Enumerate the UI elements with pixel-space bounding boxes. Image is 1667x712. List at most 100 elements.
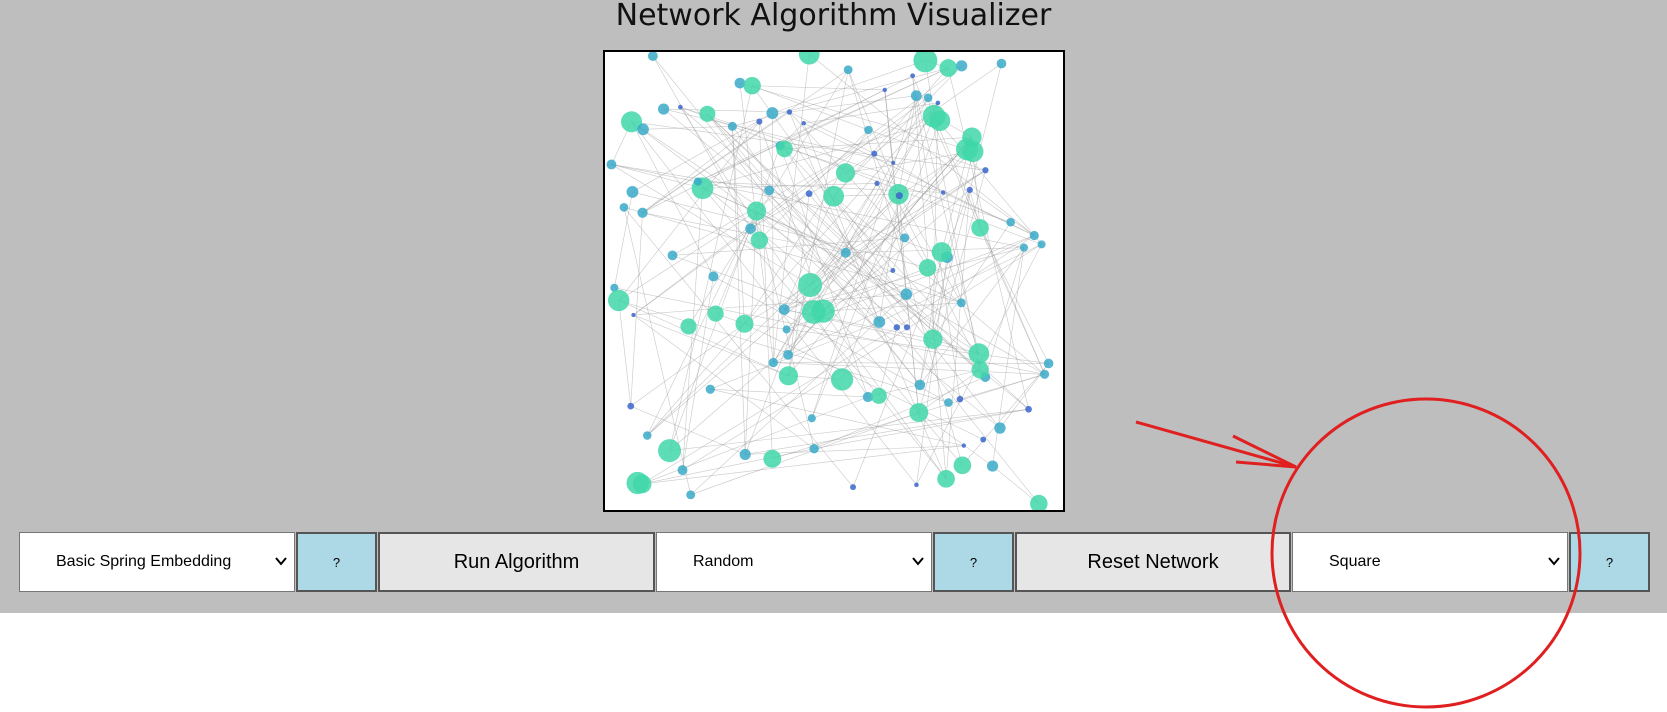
network-node[interactable]	[882, 87, 887, 93]
network-node[interactable]	[608, 289, 630, 312]
network-node[interactable]	[756, 118, 763, 125]
network-node[interactable]	[870, 387, 887, 404]
network-node[interactable]	[850, 484, 857, 491]
network-node[interactable]	[900, 233, 910, 243]
network-node[interactable]	[807, 414, 816, 423]
network-node[interactable]	[968, 343, 990, 364]
shape-help-button[interactable]: ?	[1569, 532, 1650, 592]
network-node[interactable]	[678, 104, 683, 110]
network-node[interactable]	[1030, 494, 1048, 510]
network-node[interactable]	[873, 316, 886, 328]
network-node[interactable]	[903, 324, 910, 331]
network-node[interactable]	[631, 312, 636, 318]
initialization-select[interactable]: Random	[656, 532, 932, 592]
network-node[interactable]	[647, 52, 658, 61]
network-node[interactable]	[782, 325, 791, 334]
network-node[interactable]	[801, 120, 806, 126]
network-node[interactable]	[874, 180, 880, 186]
network-node[interactable]	[944, 398, 953, 407]
network-node[interactable]	[727, 121, 737, 131]
network-node[interactable]	[745, 223, 756, 234]
network-node[interactable]	[1029, 230, 1039, 241]
network-node[interactable]	[811, 299, 835, 323]
network-node[interactable]	[871, 150, 878, 157]
network-node[interactable]	[980, 436, 987, 443]
network-node[interactable]	[914, 482, 919, 488]
reset-network-button[interactable]: Reset Network	[1015, 532, 1291, 592]
network-node[interactable]	[956, 298, 966, 308]
initialization-help-button[interactable]: ?	[933, 532, 1014, 592]
network-node[interactable]	[739, 448, 751, 460]
network-node[interactable]	[937, 470, 955, 488]
network-node[interactable]	[778, 366, 798, 386]
network-node[interactable]	[891, 160, 896, 165]
network-node[interactable]	[637, 123, 649, 136]
network-node[interactable]	[843, 65, 853, 75]
network-node[interactable]	[935, 100, 941, 106]
network-node[interactable]	[982, 167, 989, 174]
network-graph[interactable]	[605, 52, 1063, 510]
network-node[interactable]	[900, 288, 913, 300]
network-node[interactable]	[735, 314, 754, 333]
network-node[interactable]	[893, 324, 901, 331]
network-node[interactable]	[699, 105, 716, 122]
network-node[interactable]	[642, 431, 652, 440]
network-node[interactable]	[910, 73, 916, 79]
network-node[interactable]	[830, 368, 854, 391]
network-node[interactable]	[890, 268, 896, 273]
network-node[interactable]	[971, 219, 989, 237]
network-node[interactable]	[1019, 243, 1029, 252]
network-node[interactable]	[776, 140, 793, 158]
network-node[interactable]	[956, 395, 964, 403]
network-node[interactable]	[1025, 405, 1032, 413]
shape-select[interactable]: Square	[1292, 532, 1568, 592]
network-node[interactable]	[783, 349, 794, 360]
network-node[interactable]	[667, 250, 678, 261]
network-node[interactable]	[1043, 358, 1054, 369]
network-node[interactable]	[966, 186, 973, 194]
network-node[interactable]	[606, 159, 617, 170]
network-node[interactable]	[953, 456, 972, 475]
network-node[interactable]	[823, 185, 845, 207]
network-node[interactable]	[922, 104, 946, 128]
network-canvas[interactable]	[603, 50, 1065, 512]
network-node[interactable]	[1006, 217, 1015, 227]
network-node[interactable]	[840, 247, 851, 258]
network-node[interactable]	[864, 125, 873, 135]
network-node[interactable]	[746, 201, 767, 221]
network-node[interactable]	[637, 207, 648, 218]
algorithm-select[interactable]: Basic Spring Embedding	[19, 532, 295, 592]
network-node[interactable]	[764, 185, 775, 196]
network-node[interactable]	[766, 107, 779, 120]
network-node[interactable]	[680, 318, 697, 335]
network-node[interactable]	[627, 402, 635, 410]
network-node[interactable]	[940, 190, 946, 195]
network-node[interactable]	[708, 271, 719, 282]
network-node[interactable]	[956, 138, 979, 161]
network-node[interactable]	[626, 471, 649, 495]
network-node[interactable]	[910, 90, 922, 102]
network-node[interactable]	[918, 259, 937, 277]
network-node[interactable]	[619, 202, 629, 212]
network-node[interactable]	[786, 109, 793, 115]
network-node[interactable]	[1037, 240, 1046, 249]
network-node[interactable]	[835, 163, 856, 183]
run-algorithm-button[interactable]: Run Algorithm	[378, 532, 655, 592]
network-node[interactable]	[626, 185, 639, 198]
network-node[interactable]	[971, 361, 989, 379]
network-node[interactable]	[658, 439, 682, 463]
network-node[interactable]	[686, 490, 696, 500]
network-node[interactable]	[913, 52, 938, 73]
network-node[interactable]	[677, 465, 688, 476]
network-node[interactable]	[909, 403, 929, 423]
network-node[interactable]	[693, 177, 703, 186]
network-node[interactable]	[768, 357, 778, 368]
network-node[interactable]	[1040, 369, 1050, 379]
network-node[interactable]	[798, 52, 820, 65]
network-node[interactable]	[986, 460, 999, 472]
network-node[interactable]	[705, 384, 715, 394]
network-node[interactable]	[763, 449, 782, 468]
network-node[interactable]	[798, 273, 823, 297]
network-node[interactable]	[996, 58, 1007, 69]
algorithm-help-button[interactable]: ?	[296, 532, 377, 592]
